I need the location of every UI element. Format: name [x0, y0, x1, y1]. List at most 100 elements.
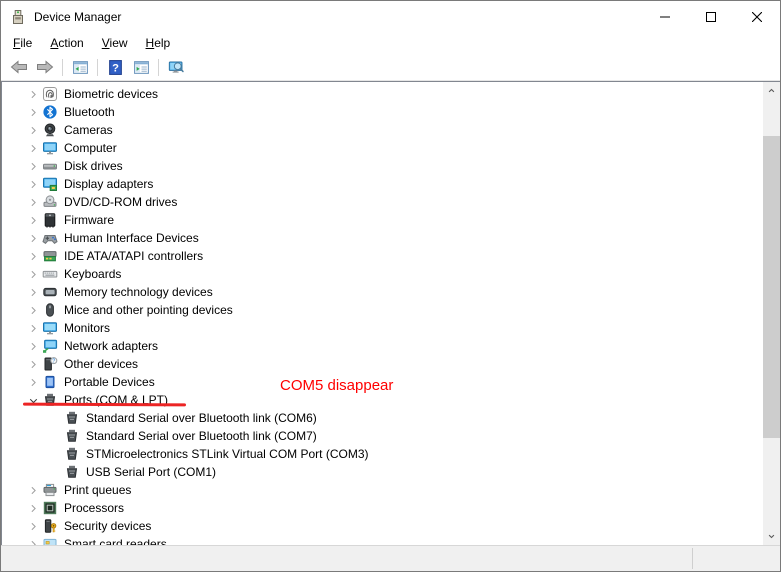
smartcard-icon	[42, 536, 58, 545]
chevron-collapsed-icon[interactable]	[24, 320, 42, 336]
dvd-drive-icon	[42, 194, 58, 210]
tree-item-label: Standard Serial over Bluetooth link (COM…	[86, 411, 317, 425]
bluetooth-icon	[42, 104, 58, 120]
tree-item-memory-technology-devices[interactable]: Memory technology devices	[2, 283, 763, 301]
chevron-collapsed-icon[interactable]	[24, 158, 42, 174]
other-device-icon: ?	[42, 356, 58, 372]
tree-item-label: Security devices	[64, 519, 151, 533]
serial-port-icon	[64, 410, 80, 426]
minimize-button[interactable]	[642, 1, 688, 32]
tree-item-bluetooth[interactable]: Bluetooth	[2, 103, 763, 121]
chevron-collapsed-icon[interactable]	[24, 356, 42, 372]
chevron-collapsed-icon[interactable]	[24, 374, 42, 390]
tree-item-computer[interactable]: Computer	[2, 139, 763, 157]
tree-item-standard-serial-over-bluetooth-link-com6[interactable]: Standard Serial over Bluetooth link (COM…	[2, 409, 763, 427]
chevron-collapsed-icon[interactable]	[24, 518, 42, 534]
vertical-scrollbar[interactable]	[763, 82, 780, 545]
keyboard-icon	[42, 266, 58, 282]
chevron-collapsed-icon[interactable]	[24, 536, 42, 545]
tree-item-monitors[interactable]: Monitors	[2, 319, 763, 337]
tree-item-label: STMicroelectronics STLink Virtual COM Po…	[86, 447, 369, 461]
scroll-up-icon[interactable]	[763, 82, 780, 99]
tree-item-label: Processors	[64, 501, 124, 515]
serial-port-icon	[64, 464, 80, 480]
scroll-down-icon[interactable]	[763, 528, 780, 545]
hid-icon	[42, 230, 58, 246]
maximize-button[interactable]	[688, 1, 734, 32]
close-button[interactable]	[734, 1, 780, 32]
chevron-collapsed-icon[interactable]	[24, 194, 42, 210]
chevron-collapsed-icon[interactable]	[24, 212, 42, 228]
chevron-collapsed-icon[interactable]	[24, 104, 42, 120]
tree-item-label: Smart card readers	[64, 537, 167, 545]
tree-item-keyboards[interactable]: Keyboards	[2, 265, 763, 283]
forward-arrow-icon[interactable]	[32, 55, 58, 79]
chevron-collapsed-icon[interactable]	[24, 284, 42, 300]
portable-device-icon	[42, 374, 58, 390]
tree-item-label: Cameras	[64, 123, 113, 137]
chevron-collapsed-icon[interactable]	[24, 500, 42, 516]
tree-item-label: Disk drives	[64, 159, 123, 173]
tree-item-disk-drives[interactable]: Disk drives	[2, 157, 763, 175]
tree-item-network-adapters[interactable]: Network adapters	[2, 337, 763, 355]
tree-item-label: Standard Serial over Bluetooth link (COM…	[86, 429, 317, 443]
chevron-collapsed-icon[interactable]	[24, 302, 42, 318]
tree-item-smart-card-readers[interactable]: Smart card readers	[2, 535, 763, 545]
tree-item-label: IDE ATA/ATAPI controllers	[64, 249, 203, 263]
network-adapter-icon	[42, 338, 58, 354]
annotation-text: COM5 disappear	[280, 377, 393, 394]
tree-item-dvd-cd-rom-drives[interactable]: DVD/CD-ROM drives	[2, 193, 763, 211]
menu-item-file[interactable]: File	[4, 33, 41, 53]
toolbar-separator	[62, 59, 63, 76]
display-adapter-icon	[42, 176, 58, 192]
tree-item-standard-serial-over-bluetooth-link-com7[interactable]: Standard Serial over Bluetooth link (COM…	[2, 427, 763, 445]
tree-item-stmicroelectronics-stlink-virtual-com-port-com3[interactable]: STMicroelectronics STLink Virtual COM Po…	[2, 445, 763, 463]
chevron-collapsed-icon[interactable]	[24, 248, 42, 264]
tree-item-label: Portable Devices	[64, 375, 155, 389]
title-bar: Device Manager	[1, 1, 780, 32]
menu-bar: FileActionViewHelp	[1, 32, 780, 54]
scrollbar-thumb[interactable]	[763, 136, 780, 438]
mouse-icon	[42, 302, 58, 318]
console-tree-icon[interactable]	[67, 55, 93, 79]
action-pane-icon[interactable]	[128, 55, 154, 79]
chevron-collapsed-icon[interactable]	[24, 230, 42, 246]
status-bar	[1, 545, 780, 571]
menu-item-view[interactable]: View	[93, 33, 137, 53]
tree-item-display-adapters[interactable]: Display adapters	[2, 175, 763, 193]
device-tree: Biometric devicesBluetooth Cameras Compute…	[2, 85, 763, 545]
svg-text:?: ?	[52, 358, 55, 364]
tree-item-print-queues[interactable]: Print queues	[2, 481, 763, 499]
tree-item-label: Computer	[64, 141, 117, 155]
menu-item-action[interactable]: Action	[41, 33, 92, 53]
chevron-collapsed-icon[interactable]	[24, 122, 42, 138]
tree-item-human-interface-devices[interactable]: Human Interface Devices	[2, 229, 763, 247]
chevron-collapsed-icon[interactable]	[24, 338, 42, 354]
tree-item-label: Memory technology devices	[64, 285, 213, 299]
tree-item-label: Mice and other pointing devices	[64, 303, 233, 317]
tree-item-label: Display adapters	[64, 177, 153, 191]
tree-item-usb-serial-port-com1[interactable]: USB Serial Port (COM1)	[2, 463, 763, 481]
window-title: Device Manager	[34, 10, 121, 24]
back-arrow-icon[interactable]	[6, 55, 32, 79]
tree-item-ide-ata-atapi-controllers[interactable]: IDE ATA/ATAPI controllers	[2, 247, 763, 265]
chevron-collapsed-icon[interactable]	[24, 86, 42, 102]
help-icon[interactable]: ?	[102, 55, 128, 79]
chevron-collapsed-icon[interactable]	[24, 176, 42, 192]
tree-item-biometric-devices[interactable]: Biometric devices	[2, 85, 763, 103]
chevron-collapsed-icon[interactable]	[24, 266, 42, 282]
tree-item-firmware[interactable]: Firmware	[2, 211, 763, 229]
svg-text:?: ?	[112, 62, 119, 74]
scan-hardware-icon[interactable]	[163, 55, 189, 79]
chevron-collapsed-icon[interactable]	[24, 140, 42, 156]
tree-item-other-devices[interactable]: ?Other devices	[2, 355, 763, 373]
toolbar-separator	[158, 59, 159, 76]
chevron-collapsed-icon[interactable]	[24, 482, 42, 498]
device-tree-panel: Biometric devicesBluetooth Cameras Compute…	[1, 81, 780, 545]
tree-item-cameras[interactable]: Cameras	[2, 121, 763, 139]
tree-item-security-devices[interactable]: Security devices	[2, 517, 763, 535]
window-controls	[642, 1, 780, 32]
tree-item-processors[interactable]: Processors	[2, 499, 763, 517]
tree-item-mice-and-other-pointing-devices[interactable]: Mice and other pointing devices	[2, 301, 763, 319]
menu-item-help[interactable]: Help	[137, 33, 180, 53]
